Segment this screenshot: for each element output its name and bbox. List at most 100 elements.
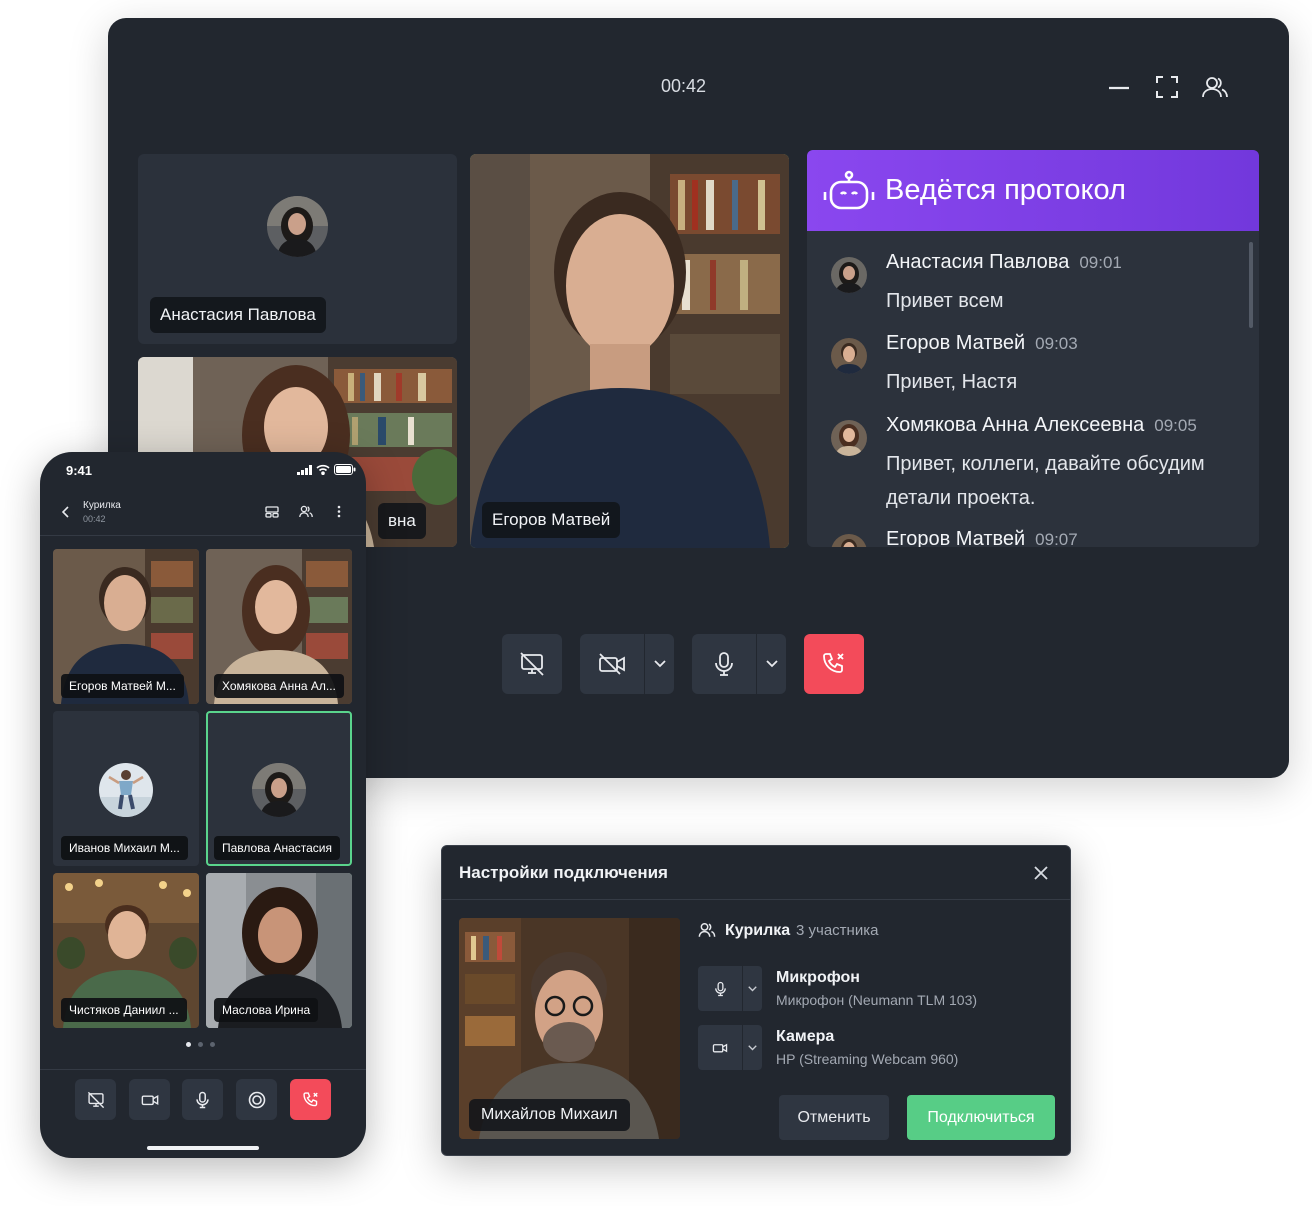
screen-share-button[interactable] <box>75 1079 116 1120</box>
avatar <box>267 196 328 257</box>
avatar <box>831 257 867 293</box>
participant-name: Павлова Анастасия <box>214 836 340 860</box>
camera-select[interactable] <box>742 1025 762 1070</box>
layout-icon[interactable] <box>265 506 279 518</box>
participants-icon <box>1202 77 1228 98</box>
chevron-down-icon <box>748 1044 757 1050</box>
message-time: 09:05 <box>1154 416 1197 435</box>
signal-icon <box>297 465 312 475</box>
camera-device: HP (Streaming Webcam 960) <box>776 1051 959 1067</box>
message-time: 09:07 <box>1035 530 1078 547</box>
end-call-button[interactable] <box>290 1079 331 1120</box>
dialog-title: Настройки подключения <box>459 863 668 882</box>
page-indicator[interactable] <box>186 1042 215 1047</box>
camera-options-button[interactable] <box>644 634 674 694</box>
camera-button[interactable] <box>129 1079 170 1120</box>
end-call-button[interactable] <box>804 634 864 694</box>
microphone-options-button[interactable] <box>756 634 786 694</box>
participant-tile-egorov[interactable]: Егоров Матвей <box>470 154 789 548</box>
message-author: Егоров Матвей <box>886 528 1026 547</box>
close-icon[interactable] <box>1033 865 1049 881</box>
message-author: Егоров Матвей <box>886 332 1026 354</box>
participants-icon[interactable] <box>299 505 313 518</box>
avatar <box>831 420 867 456</box>
avatar <box>831 534 867 547</box>
message-author: Хомякова Анна Алексеевна <box>886 414 1145 436</box>
chat-scrollbar[interactable] <box>1249 242 1253 328</box>
more-icon[interactable] <box>337 505 341 518</box>
participant-tile[interactable]: Хомякова Анна Ал... <box>206 549 352 704</box>
screen-share-off-icon <box>520 652 544 676</box>
camera-preview: Михайлов Михаил <box>459 918 680 1139</box>
end-call-icon <box>823 653 844 673</box>
dialog-header: Настройки подключения <box>442 846 1070 900</box>
protocol-header: Ведётся протокол <box>807 150 1259 231</box>
connection-settings-dialog: Настройки подключения Михайлов Михаил Ку… <box>441 845 1071 1156</box>
protocol-panel: Ведётся протокол Анастасия Павлова 09:01 … <box>807 150 1259 547</box>
participant-name: Чистяков Даниил ... <box>61 998 187 1022</box>
minimize-button[interactable] <box>1102 70 1136 104</box>
end-call-icon <box>302 1091 318 1106</box>
fullscreen-icon <box>1156 76 1178 98</box>
microphone-select[interactable] <box>742 966 762 1011</box>
message-text: Привет всем <box>886 290 1004 312</box>
mobile-header: Курилка 00:42 <box>40 490 366 536</box>
connect-button[interactable]: Подключиться <box>907 1095 1055 1140</box>
message-time: 09:01 <box>1079 253 1122 272</box>
microphone-icon <box>715 652 733 676</box>
camera-button[interactable] <box>580 634 674 694</box>
participant-name: Егоров Матвей <box>482 502 621 538</box>
participant-name: Анастасия Павлова <box>150 297 326 333</box>
chevron-down-icon <box>765 660 778 668</box>
call-timer: 00:42 <box>661 76 707 96</box>
message-text: Привет, коллеги, давайте обсудим детали … <box>886 453 1205 509</box>
chevron-down-icon <box>653 660 666 668</box>
participant-video <box>470 154 789 548</box>
room-title: Курилка <box>83 500 121 511</box>
camera-icon <box>712 1043 728 1052</box>
participant-tile[interactable]: Павлова Анастасия <box>206 711 352 866</box>
microphone-icon <box>196 1091 209 1108</box>
microphone-button[interactable] <box>692 634 786 694</box>
robot-icon <box>823 170 875 209</box>
message-time: 09:03 <box>1035 334 1078 353</box>
participant-name: Хомякова Анна Ал... <box>214 674 344 698</box>
camera-title: Камера <box>776 1028 835 1045</box>
participant-tile[interactable]: Чистяков Даниил ... <box>53 873 199 1028</box>
record-button[interactable] <box>236 1079 277 1120</box>
participant-tile[interactable]: Маслова Ирина <box>206 873 352 1028</box>
message-text: Привет, Настя <box>886 371 1018 393</box>
microphone-device: Микрофон (Neumann TLM 103) <box>776 992 978 1008</box>
fullscreen-button[interactable] <box>1150 70 1184 104</box>
protocol-title: Ведётся протокол <box>885 174 1126 206</box>
camera-toggle[interactable] <box>698 1025 762 1070</box>
microphone-button[interactable] <box>182 1079 223 1120</box>
microphone-icon <box>714 981 726 996</box>
avatar <box>252 763 306 817</box>
minimize-icon <box>1109 86 1129 90</box>
call-timer: 00:42 <box>83 514 106 524</box>
avatar <box>99 763 153 817</box>
participants-button[interactable] <box>1198 70 1232 104</box>
camera-icon <box>141 1094 158 1105</box>
participant-tile[interactable]: Егоров Матвей М... <box>53 549 199 704</box>
participant-name: Иванов Михаил М... <box>61 836 188 860</box>
participant-name: вна <box>378 503 426 539</box>
message-author: Анастасия Павлова <box>886 251 1070 273</box>
participant-name: Маслова Ирина <box>214 998 319 1022</box>
mobile-call-screen: 9:41 Курилка 00:42 Егоров Матвей М... Хо… <box>40 452 366 1158</box>
status-bar-clock: 9:41 <box>66 463 93 478</box>
room-name: Курилка <box>725 922 791 939</box>
record-icon <box>248 1091 265 1108</box>
participant-tile[interactable]: Иванов Михаил М... <box>53 711 199 866</box>
screen-share-button[interactable] <box>502 634 562 694</box>
chevron-down-icon <box>748 985 757 991</box>
participants-icon <box>698 922 716 937</box>
participants-count: 3 участника <box>796 922 879 939</box>
screen-share-off-icon <box>87 1091 104 1108</box>
microphone-toggle[interactable] <box>698 966 762 1011</box>
back-icon[interactable] <box>62 506 70 518</box>
participant-tile-pavlova[interactable]: Анастасия Павлова <box>138 154 457 344</box>
cancel-button[interactable]: Отменить <box>779 1095 889 1140</box>
home-indicator <box>147 1146 259 1150</box>
